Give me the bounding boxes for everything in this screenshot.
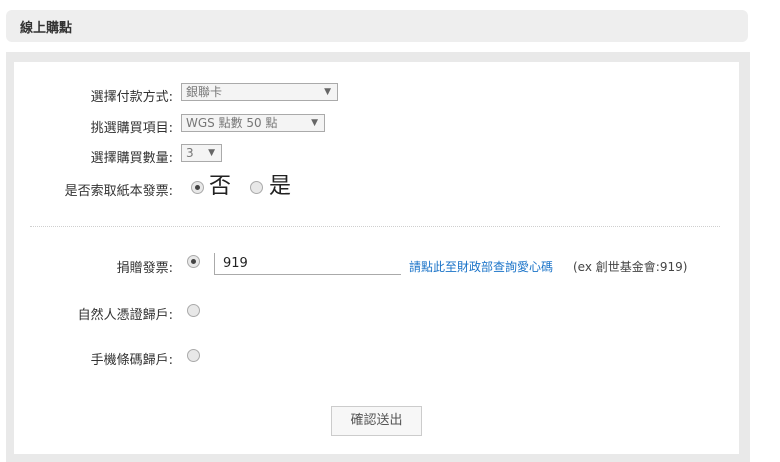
chevron-down-icon: ▼ — [311, 118, 318, 128]
donate-invoice-label: 捐贈發票: — [116, 261, 173, 276]
item-select[interactable]: WGS 點數 50 點 ▼ — [181, 114, 325, 132]
love-code-input[interactable]: 919 — [214, 253, 401, 275]
mobile-barcode-carrier-label: 手機條碼歸戶: — [90, 353, 173, 368]
page-title: 線上購點 — [20, 21, 73, 36]
mobile-barcode-carrier-radio[interactable] — [187, 349, 200, 362]
donate-invoice-radio[interactable] — [187, 255, 200, 268]
quantity-value: 3 — [186, 146, 194, 160]
quantity-label: 選擇購買數量: — [90, 151, 173, 166]
payment-method-label: 選擇付款方式: — [90, 90, 173, 105]
quantity-select[interactable]: 3 ▼ — [181, 144, 222, 162]
payment-method-select[interactable]: 銀聯卡 ▼ — [181, 83, 338, 101]
natural-person-carrier-label: 自然人憑證歸戶: — [77, 308, 173, 323]
paper-invoice-no-radio[interactable] — [191, 181, 204, 194]
section-divider — [30, 226, 720, 227]
paper-invoice-yes-label: 是 — [269, 174, 292, 199]
chevron-down-icon: ▼ — [208, 148, 215, 158]
paper-invoice-no-label: 否 — [209, 174, 232, 199]
item-value: WGS 點數 50 點 — [186, 116, 278, 130]
natural-person-carrier-radio[interactable] — [187, 304, 200, 317]
header-bar: 線上購點 — [6, 10, 748, 42]
chevron-down-icon: ▼ — [324, 87, 331, 97]
item-label: 挑選購買項目: — [90, 121, 173, 136]
love-code-hint: (ex 創世基金會:919) — [573, 260, 688, 274]
payment-method-value: 銀聯卡 — [186, 85, 223, 99]
paper-invoice-yes-radio[interactable] — [250, 181, 263, 194]
submit-button[interactable]: 確認送出 — [331, 406, 422, 436]
love-code-lookup-link[interactable]: 請點此至財政部查詢愛心碼 — [409, 258, 553, 275]
paper-invoice-label: 是否索取紙本發票: — [64, 184, 173, 199]
